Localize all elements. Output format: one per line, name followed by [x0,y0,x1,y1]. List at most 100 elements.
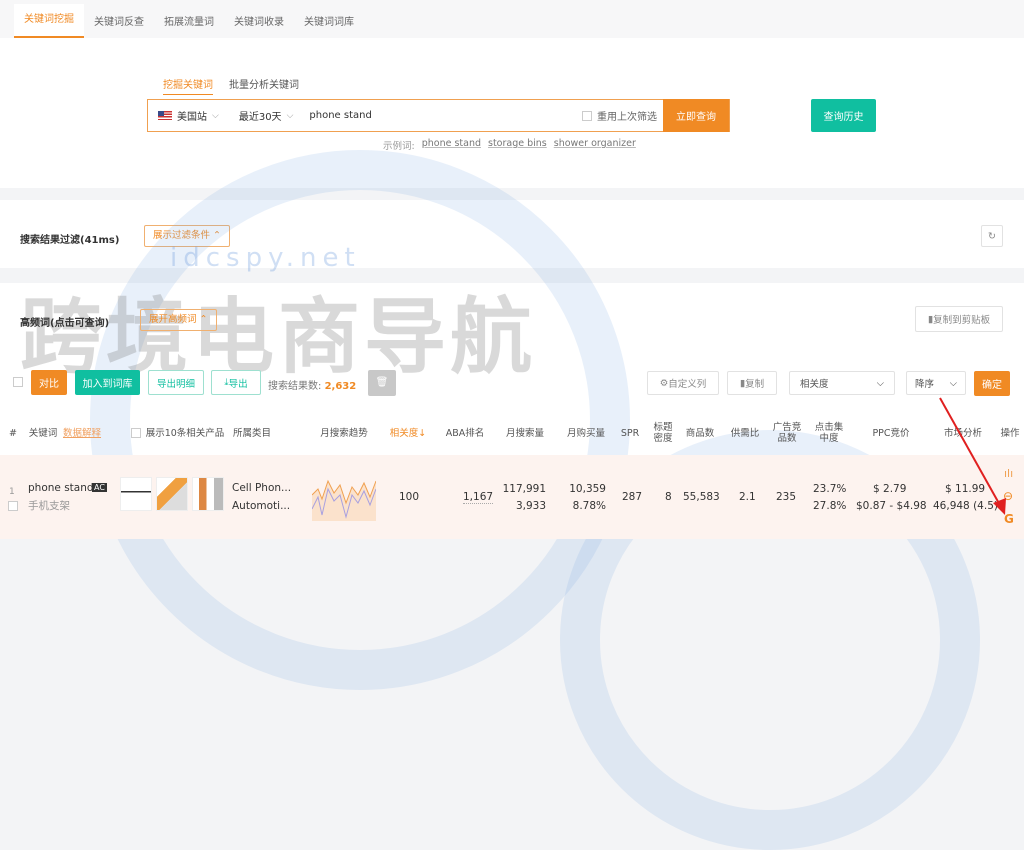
example-link[interactable]: storage bins [488,138,547,152]
col-trend: 月搜索趋势 [320,427,368,439]
chevron-down-icon: ⌵ [876,377,884,389]
row-ppc-range: $0.87 - $4.98 [856,500,927,512]
tab-keyword-mining[interactable]: 关键词挖掘 [14,4,84,38]
add-to-library-button[interactable]: 加入到词库 [75,370,140,395]
tab-keyword-library[interactable]: 关键词词库 [294,0,364,38]
col-title-density[interactable]: 标题密度 [651,412,675,454]
more-icon[interactable]: ⊖ [1003,489,1013,503]
col-ops: 操作 [1000,427,1020,439]
result-count: 搜索结果数: 2,632 [268,377,356,392]
trend-sparkline[interactable] [312,475,376,521]
submit-button[interactable]: 立即查询 [663,99,729,132]
filter-title: 搜索结果过滤(41ms) [20,235,120,246]
copy-button[interactable]: ▮ 复制 [727,371,777,395]
site-value: 美国站 [177,112,207,123]
col-ad-products[interactable]: 广告竞品数 [770,412,804,454]
col-supply-demand[interactable]: 供需比 [729,412,761,454]
row-purchase-rate: 8.78% [572,500,606,512]
row-market-sub: 46,948 (4.5) [933,500,998,512]
refresh-button[interactable]: ↻ [981,225,1003,247]
col-products[interactable]: 商品数 [684,412,716,454]
result-count-label: 搜索结果数: [268,381,322,392]
row-relevance: 100 [399,491,420,503]
col-category: 所属类目 [232,427,271,439]
tab-reverse-lookup[interactable]: 关键词反查 [84,0,154,38]
row-purchase: 10,359 [569,483,606,495]
row-ad-products: 235 [776,491,797,503]
period-select[interactable]: 最近30天 ⌵ [229,108,304,124]
row-title-density: 8 [665,491,672,503]
confirm-button[interactable]: 确定 [974,371,1010,396]
col-purchase[interactable]: 月购买量 [565,412,607,454]
history-button[interactable]: 查询历史 [811,99,876,132]
example-link[interactable]: phone stand [422,138,481,152]
subtab-batch[interactable]: 批量分析关键词 [229,76,299,95]
row-ppc: $ 2.79 [873,483,907,495]
google-icon[interactable]: G [1004,512,1014,526]
col-market[interactable]: 市场分析 [940,412,986,454]
table-row[interactable]: 1 phone stand AC 手机支架 Cell Phon... Autom… [0,455,1024,539]
reuse-filter-checkbox[interactable]: 重用上次筛选 [582,108,663,123]
copy-clipboard-button[interactable]: ▮ 复制到剪贴板 [915,306,1003,332]
compare-button[interactable]: 对比 [31,370,67,395]
copy-label: 复制 [745,379,765,390]
row-search-vol-sub: 3,933 [515,500,546,512]
ac-badge: AC [92,483,107,492]
subtab-mine[interactable]: 挖掘关键词 [163,76,213,95]
custom-columns-button[interactable]: ⚙ 自定义列 [647,371,719,395]
search-bar: 美国站 ⌵ 最近30天 ⌵ phone stand 重用上次筛选 立即查询 [147,99,730,132]
result-count-value: 2,632 [324,381,357,392]
sort-field-select[interactable]: 相关度 ⌵ [789,371,895,395]
sort-order-value: 降序 [915,379,935,390]
show10-checkbox[interactable] [131,428,141,438]
col-relevance[interactable]: 相关度↓ [386,412,430,454]
site-select[interactable]: 美国站 ⌵ [148,108,229,123]
delete-icon[interactable]: 🗑 [368,370,396,396]
export-button[interactable]: ⤓ 导出 [211,370,261,395]
select-all-checkbox[interactable] [13,377,23,387]
col-keyword[interactable]: 关键词 [27,412,59,454]
col-click-conc[interactable]: 点击集中度 [812,412,846,454]
example-link[interactable]: shower organizer [554,138,636,152]
custom-columns-label: 自定义列 [668,379,707,390]
col-idx: # [9,427,17,439]
expand-hf-label: 展开高频词 [149,314,197,325]
export-detail-button[interactable]: 导出明细 [148,370,204,395]
col-spr[interactable]: SPR [619,412,641,454]
chevron-down-icon: ⌵ [212,110,219,121]
col-ppc[interactable]: PPC竞价 [868,412,914,454]
reuse-label: 重用上次筛选 [597,112,657,123]
row-market-price: $ 11.99 [945,483,986,495]
col-aba[interactable]: ABA排名 [444,412,486,454]
row-click-conc: 23.7% [813,483,847,495]
tab-keyword-index[interactable]: 关键词收录 [224,0,294,38]
sort-field-value: 相关度 [800,379,829,390]
product-image[interactable] [120,477,152,511]
checkbox[interactable] [582,110,592,121]
expand-hf-button[interactable]: 展开高频词 ⌃ [140,309,217,331]
chevron-down-icon: ⌵ [949,377,957,389]
sort-order-select[interactable]: 降序 ⌵ [906,371,966,395]
hf-title: 高频词(点击可查询) [20,318,110,329]
row-category[interactable]: Automoti... [232,500,290,512]
bar-chart-icon[interactable]: ılı [1004,467,1013,480]
period-value: 最近30天 [238,112,282,123]
tab-expand-traffic[interactable]: 拓展流量词 [154,0,224,38]
row-translation: 手机支架 [28,500,70,512]
col-show10: 展示10条相关产品 [145,427,225,439]
row-checkbox[interactable] [8,501,18,511]
product-image[interactable] [192,477,224,511]
col-search-vol[interactable]: 月搜索量 [503,412,547,454]
row-index: 1 [9,487,15,497]
table-header: # 关键词 数据解释 展示10条相关产品 所属类目 月搜索趋势 相关度↓ ABA… [0,412,1024,454]
us-flag-icon [158,111,172,120]
keyword-input[interactable]: phone stand [303,110,582,121]
data-help-link[interactable]: 数据解释 [63,412,101,454]
product-thumbnails [120,477,224,511]
row-category[interactable]: Cell Phon... [232,482,291,494]
row-keyword[interactable]: phone stand [28,482,94,494]
product-image[interactable] [156,477,188,511]
show-filter-button[interactable]: 展示过滤条件 ⌃ [144,225,230,247]
row-spr: 287 [622,491,643,503]
row-aba[interactable]: 1,167 [463,491,494,504]
